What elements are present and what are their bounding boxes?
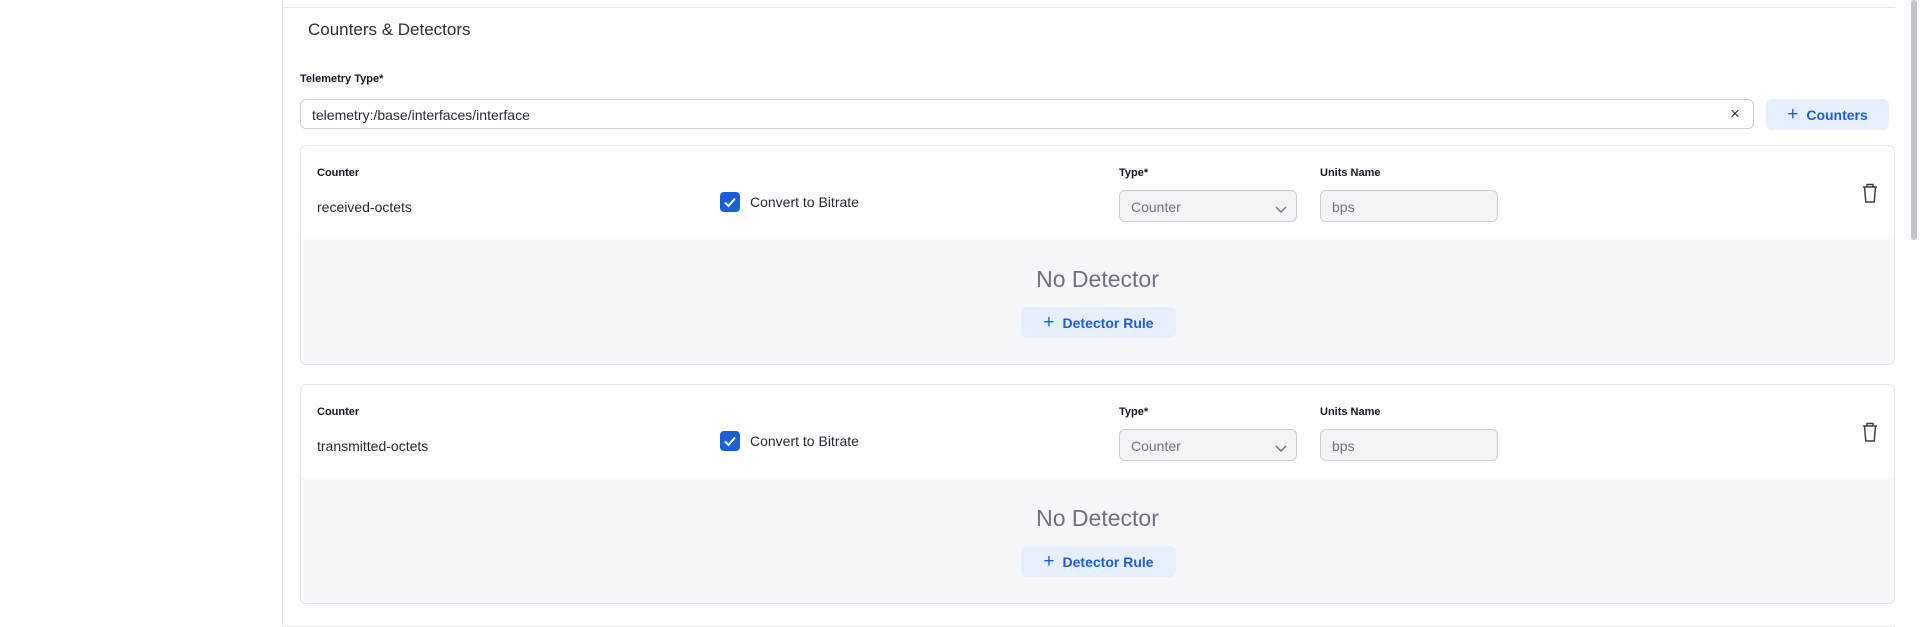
type-select[interactable]: Counter <box>1119 429 1297 461</box>
units-name-label: Units Name <box>1320 167 1381 179</box>
units-name-placeholder: bps <box>1332 199 1355 215</box>
counter-card-header: Counter received-octets Convert to Bitra… <box>301 146 1894 240</box>
telemetry-type-field[interactable]: telemetry:/base/interfaces/interface × <box>300 99 1754 129</box>
checkmark-icon[interactable] <box>720 431 740 451</box>
counters-detectors-panel: Counters & Detectors Telemetry Type* tel… <box>282 0 1895 627</box>
type-column-label: Type* <box>1119 406 1149 418</box>
plus-icon: + <box>1787 104 1799 125</box>
section-title: Counters & Detectors <box>308 20 471 39</box>
add-counters-button[interactable]: + Counters <box>1766 99 1889 130</box>
convert-to-bitrate-label: Convert to Bitrate <box>750 194 859 210</box>
add-counters-label: Counters <box>1806 106 1868 123</box>
plus-icon: + <box>1043 551 1055 572</box>
counter-column-label: Counter <box>317 167 360 179</box>
trash-icon[interactable] <box>1861 182 1881 204</box>
trash-icon[interactable] <box>1861 421 1881 443</box>
detector-area: No Detector + Detector Rule <box>301 478 1894 603</box>
vertical-scrollbar[interactable] <box>1906 0 1920 623</box>
detector-rule-label: Detector Rule <box>1062 553 1154 570</box>
counter-name: received-octets <box>317 199 412 215</box>
convert-to-bitrate-checkbox[interactable]: Convert to Bitrate <box>720 431 859 451</box>
chevron-down-icon <box>1275 201 1287 219</box>
scrollbar-thumb[interactable] <box>1911 0 1917 240</box>
counter-card-header: Counter transmitted-octets Convert to Bi… <box>301 385 1894 479</box>
detector-area: No Detector + Detector Rule <box>301 239 1894 364</box>
telemetry-type-label: Telemetry Type* <box>300 73 384 85</box>
add-detector-rule-button[interactable]: + Detector Rule <box>1021 307 1176 338</box>
convert-to-bitrate-checkbox[interactable]: Convert to Bitrate <box>720 192 859 212</box>
units-name-input[interactable]: bps <box>1320 429 1498 461</box>
detector-rule-label: Detector Rule <box>1062 314 1154 331</box>
units-name-placeholder: bps <box>1332 438 1355 454</box>
chevron-down-icon <box>1275 440 1287 458</box>
no-detector-text: No Detector <box>1036 266 1159 292</box>
counter-column-label: Counter <box>317 406 360 418</box>
type-select[interactable]: Counter <box>1119 190 1297 222</box>
close-icon[interactable]: × <box>1725 104 1745 124</box>
plus-icon: + <box>1043 312 1055 333</box>
add-detector-rule-button[interactable]: + Detector Rule <box>1021 546 1176 577</box>
units-name-input[interactable]: bps <box>1320 190 1498 222</box>
checkmark-icon[interactable] <box>720 192 740 212</box>
counter-card: Counter transmitted-octets Convert to Bi… <box>300 384 1895 604</box>
convert-to-bitrate-label: Convert to Bitrate <box>750 433 859 449</box>
type-select-value: Counter <box>1131 199 1181 215</box>
counter-card: Counter received-octets Convert to Bitra… <box>300 145 1895 365</box>
type-column-label: Type* <box>1119 167 1149 179</box>
units-name-label: Units Name <box>1320 406 1381 418</box>
counter-name: transmitted-octets <box>317 438 429 454</box>
telemetry-type-value: telemetry:/base/interfaces/interface <box>312 107 530 123</box>
no-detector-text: No Detector <box>1036 505 1159 531</box>
left-pane <box>0 0 282 623</box>
type-select-value: Counter <box>1131 438 1181 454</box>
